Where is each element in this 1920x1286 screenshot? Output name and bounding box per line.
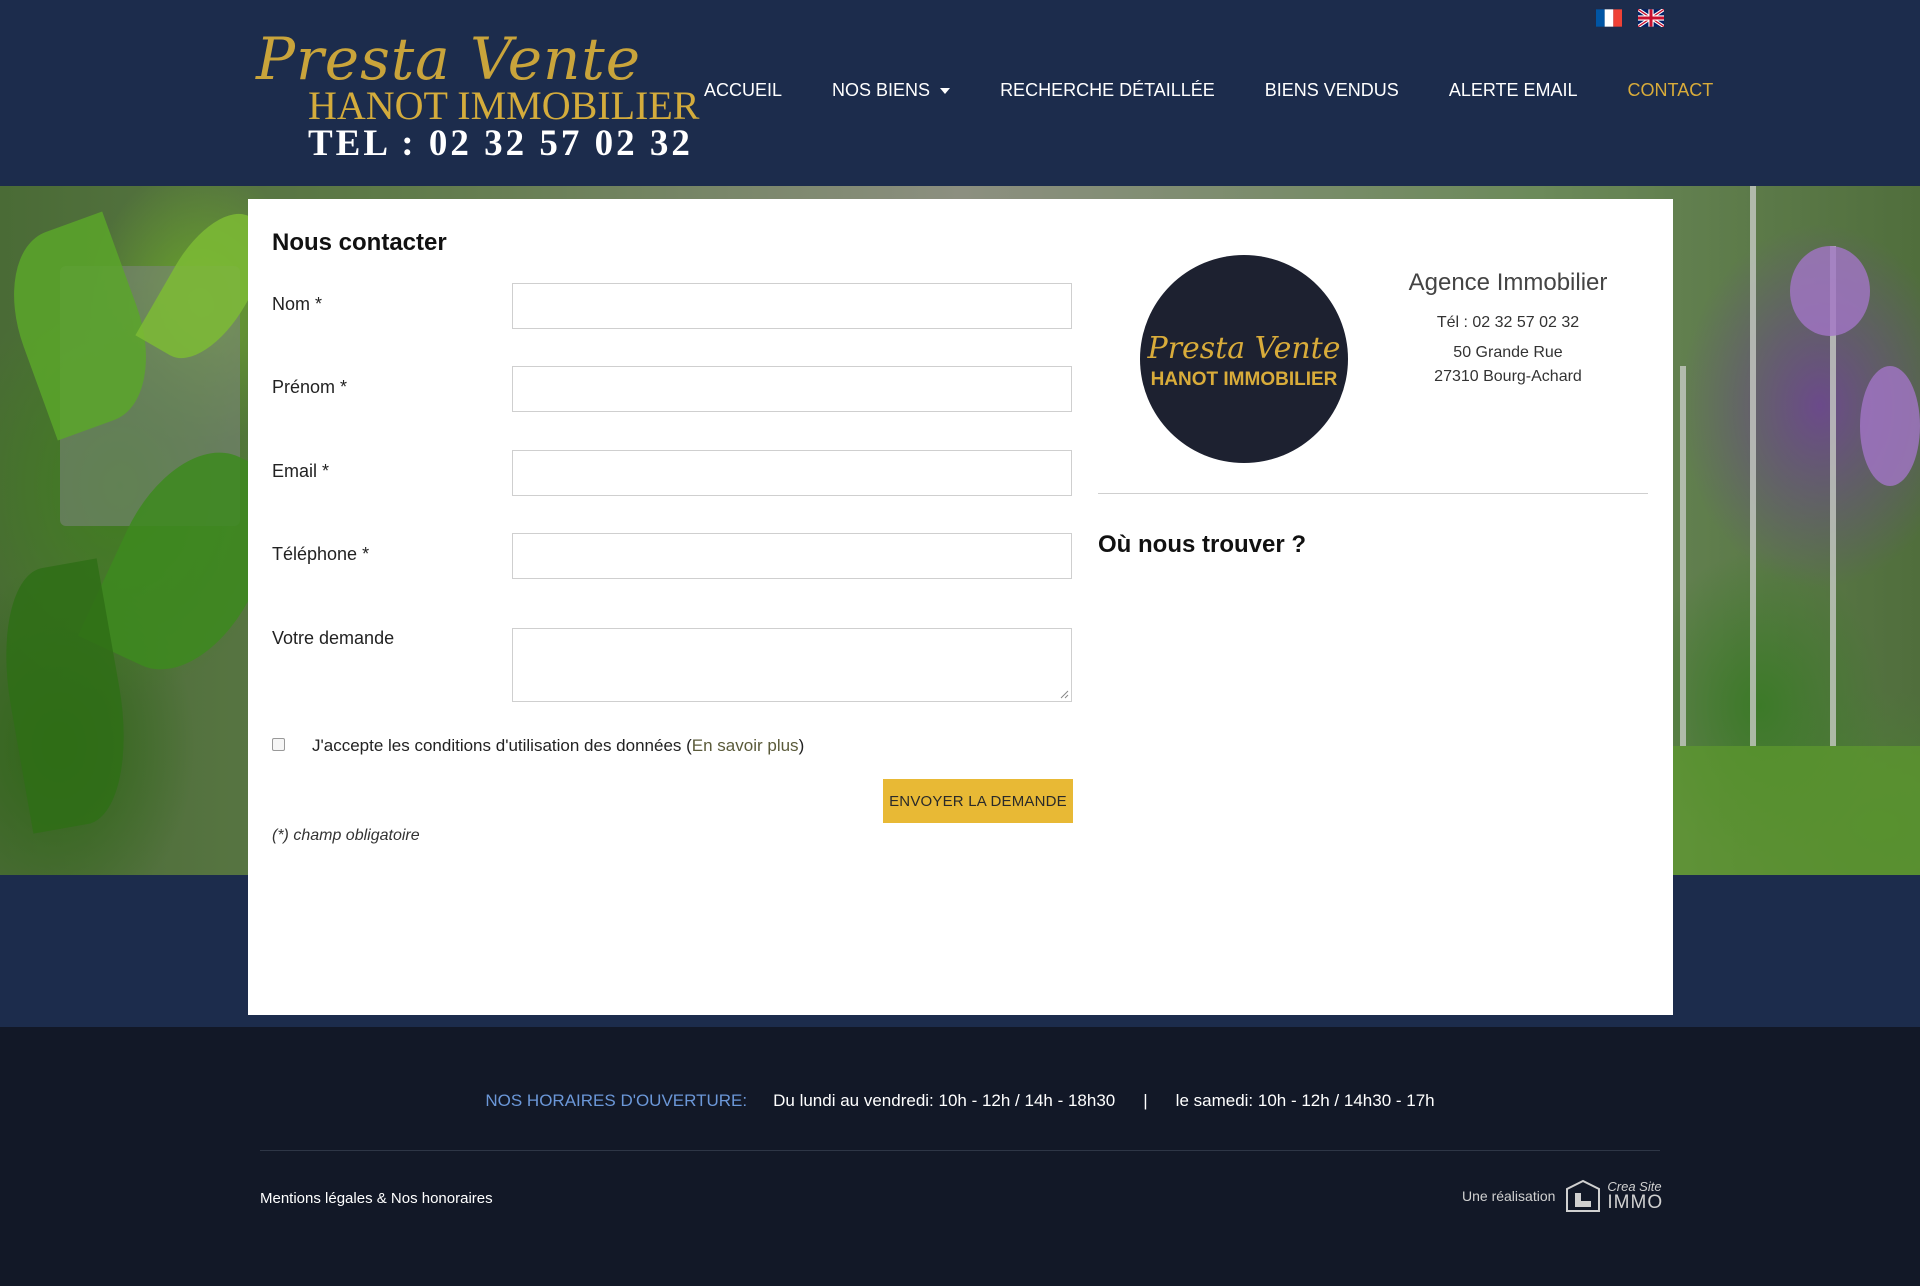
footer-divider: [260, 1150, 1660, 1151]
nav-nos-biens[interactable]: NOS BIENS: [832, 80, 951, 101]
nav-nos-biens-label: NOS BIENS: [832, 80, 931, 100]
nav-recherche-label: RECHERCHE DÉTAILLÉE: [1000, 80, 1215, 100]
gate-bar-shape: [1750, 186, 1756, 746]
uk-flag-icon[interactable]: [1638, 9, 1664, 27]
credit-prefix: Une réalisation: [1462, 1188, 1556, 1204]
email-input[interactable]: [512, 450, 1072, 496]
submit-button[interactable]: ENVOYER LA DEMANDE: [883, 779, 1073, 823]
opening-hours: NOS HORAIRES D'OUVERTURE: Du lundi au ve…: [0, 1091, 1920, 1111]
nav-alerte-email-label: ALERTE EMAIL: [1448, 80, 1578, 100]
caret-down-icon: [940, 87, 951, 94]
site-header: Presta Vente HANOT IMMOBILIER TEL : 02 3…: [0, 0, 1920, 186]
resize-grip-icon[interactable]: [1059, 689, 1069, 699]
consent-checkbox[interactable]: [272, 737, 285, 751]
gate-bar-shape: [1680, 366, 1686, 746]
consent-text: J'accepte les conditions d'utilisation d…: [312, 736, 692, 755]
section-divider: [1098, 493, 1648, 494]
agency-logo: Presta Vente HANOT IMMOBILIER: [1140, 255, 1348, 463]
contact-card: Nous contacter Nom * Prénom * Email * Té…: [248, 199, 1673, 1015]
agency-logo-name: HANOT IMMOBILIER: [1150, 369, 1338, 390]
consent-close-paren: ): [798, 736, 805, 755]
main-nav: ACCUEIL NOS BIENS RECHERCHE DÉTAILLÉE BI…: [704, 80, 1713, 101]
nav-biens-vendus-label: BIENS VENDUS: [1264, 80, 1399, 100]
nav-contact-label: CONTACT: [1627, 80, 1714, 100]
nav-alerte-email[interactable]: ALERTE EMAIL: [1449, 80, 1578, 101]
prenom-label: Prénom *: [272, 377, 348, 397]
required-note: (*) champ obligatoire: [272, 827, 420, 844]
nav-contact[interactable]: CONTACT: [1628, 80, 1714, 101]
nav-accueil-label: ACCUEIL: [704, 80, 783, 100]
agency-address-line1: 50 Grande Rue: [1453, 344, 1563, 361]
consent-more-link[interactable]: En savoir plus: [692, 736, 799, 756]
credit-brand-bottom: IMMO: [1607, 1192, 1664, 1213]
email-label: Email *: [272, 461, 330, 481]
site-footer: NOS HORAIRES D'OUVERTURE: Du lundi au ve…: [0, 1027, 1920, 1286]
logo-tel-text: TEL : 02 32 57 02 32: [308, 123, 693, 164]
credit-link[interactable]: Une réalisation Crea Site IMMO: [1462, 1179, 1663, 1213]
saturday-hours: le samedi: 10h - 12h / 14h30 - 17h: [1175, 1091, 1435, 1110]
credit-brand: Crea Site IMMO: [1607, 1180, 1663, 1212]
legal-link[interactable]: Mentions légales & Nos honoraires: [260, 1190, 493, 1207]
nom-label: Nom *: [272, 294, 323, 314]
agency-address-line2: 27310 Bourg-Achard: [1434, 368, 1582, 385]
agency-info: Agence Immobilier Tél : 02 32 57 02 32 5…: [1398, 269, 1618, 389]
consent-row: J'accepte les conditions d'utilisation d…: [272, 736, 804, 756]
nav-accueil[interactable]: ACCUEIL: [704, 80, 782, 101]
prenom-input[interactable]: [512, 366, 1072, 412]
form-title: Nous contacter: [272, 229, 447, 256]
nav-biens-vendus[interactable]: BIENS VENDUS: [1265, 80, 1399, 101]
agency-name: Agence Immobilier: [1408, 269, 1608, 296]
find-us-title: Où nous trouver ?: [1098, 531, 1307, 558]
hours-label: NOS HORAIRES D'OUVERTURE:: [485, 1091, 748, 1110]
telephone-input[interactable]: [512, 533, 1072, 579]
crea-site-logo-icon: [1566, 1179, 1601, 1212]
french-flag-icon[interactable]: [1596, 9, 1622, 27]
site-logo[interactable]: Presta Vente HANOT IMMOBILIER TEL : 02 3…: [256, 26, 699, 164]
hours-separator: |: [1143, 1091, 1148, 1110]
language-switcher: [1596, 9, 1664, 27]
agency-tel[interactable]: Tél : 02 32 57 02 32: [1398, 311, 1618, 335]
nav-recherche-detaillee[interactable]: RECHERCHE DÉTAILLÉE: [1000, 80, 1215, 101]
agency-logo-script: Presta Vente: [1147, 331, 1341, 366]
demande-label: Votre demande: [272, 628, 395, 648]
nom-input[interactable]: [512, 283, 1072, 329]
telephone-label: Téléphone *: [272, 544, 370, 564]
flowers-shape: [1790, 246, 1870, 336]
weekday-hours: Du lundi au vendredi: 10h - 12h / 14h - …: [773, 1091, 1116, 1110]
flowers-shape: [1860, 366, 1920, 486]
demande-textarea[interactable]: [512, 628, 1072, 702]
